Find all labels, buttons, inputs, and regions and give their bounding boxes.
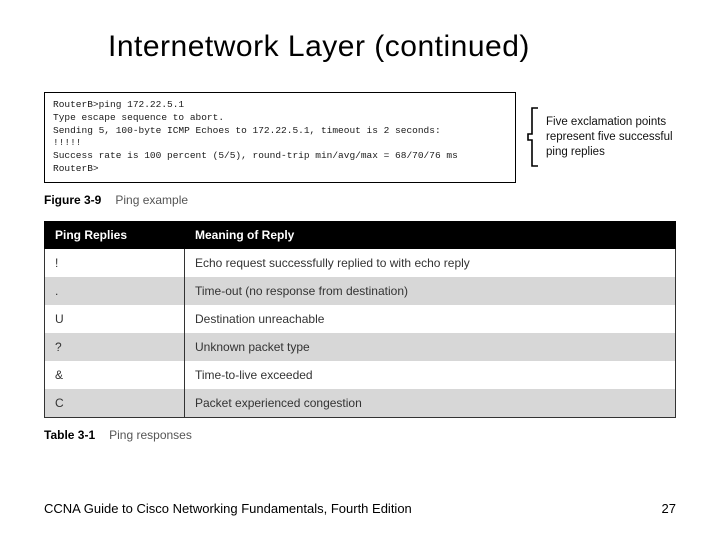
- cell-meaning: Time-out (no response from destination): [185, 277, 676, 305]
- term-l6: RouterB>: [53, 163, 99, 174]
- cell-meaning: Destination unreachable: [185, 305, 676, 333]
- table-row: &Time-to-live exceeded: [45, 361, 676, 389]
- table-label: Table 3-1: [44, 428, 95, 442]
- table-caption: Table 3-1 Ping responses: [44, 428, 676, 442]
- figure-caption: Figure 3-9 Ping example: [44, 193, 676, 207]
- term-l1: RouterB>ping 172.22.5.1: [53, 99, 184, 110]
- annotation-column: Five exclamation points represent five s…: [526, 92, 676, 183]
- table-desc: Ping responses: [109, 428, 192, 442]
- annotation-text: Five exclamation points represent five s…: [540, 115, 676, 160]
- footer: CCNA Guide to Cisco Networking Fundament…: [44, 501, 676, 516]
- bracket-icon: [526, 106, 540, 168]
- th-meaning: Meaning of Reply: [185, 221, 676, 248]
- cell-symbol: .: [45, 277, 185, 305]
- term-l3: Sending 5, 100-byte ICMP Echoes to 172.2…: [53, 125, 441, 136]
- cell-meaning: Unknown packet type: [185, 333, 676, 361]
- annotation-wrap: Five exclamation points represent five s…: [526, 106, 676, 168]
- cell-meaning: Time-to-live exceeded: [185, 361, 676, 389]
- table-header-row: Ping Replies Meaning of Reply: [45, 221, 676, 248]
- slide: Internetwork Layer (continued) RouterB>p…: [0, 0, 720, 540]
- cell-symbol: ?: [45, 333, 185, 361]
- table-row: CPacket experienced congestion: [45, 389, 676, 418]
- page-title: Internetwork Layer (continued): [108, 30, 676, 64]
- terminal-pre: RouterB>ping 172.22.5.1 Type escape sequ…: [53, 99, 507, 176]
- figure-row: RouterB>ping 172.22.5.1 Type escape sequ…: [44, 92, 676, 183]
- ping-replies-table: Ping Replies Meaning of Reply !Echo requ…: [44, 221, 676, 418]
- table-row: UDestination unreachable: [45, 305, 676, 333]
- term-l5: Success rate is 100 percent (5/5), round…: [53, 150, 458, 161]
- figure-label: Figure 3-9: [44, 193, 101, 207]
- cell-symbol: C: [45, 389, 185, 418]
- figure-desc: Ping example: [115, 193, 188, 207]
- footer-text: CCNA Guide to Cisco Networking Fundament…: [44, 501, 412, 516]
- page-number: 27: [662, 501, 676, 516]
- table-row: .Time-out (no response from destination): [45, 277, 676, 305]
- term-l4: !!!!!: [53, 137, 82, 148]
- cell-symbol: &: [45, 361, 185, 389]
- terminal-output: RouterB>ping 172.22.5.1 Type escape sequ…: [44, 92, 516, 183]
- table-row: ?Unknown packet type: [45, 333, 676, 361]
- term-l2: Type escape sequence to abort.: [53, 112, 224, 123]
- table-row: !Echo request successfully replied to wi…: [45, 248, 676, 277]
- cell-meaning: Echo request successfully replied to wit…: [185, 248, 676, 277]
- cell-symbol: U: [45, 305, 185, 333]
- cell-symbol: !: [45, 248, 185, 277]
- th-symbol: Ping Replies: [45, 221, 185, 248]
- cell-meaning: Packet experienced congestion: [185, 389, 676, 418]
